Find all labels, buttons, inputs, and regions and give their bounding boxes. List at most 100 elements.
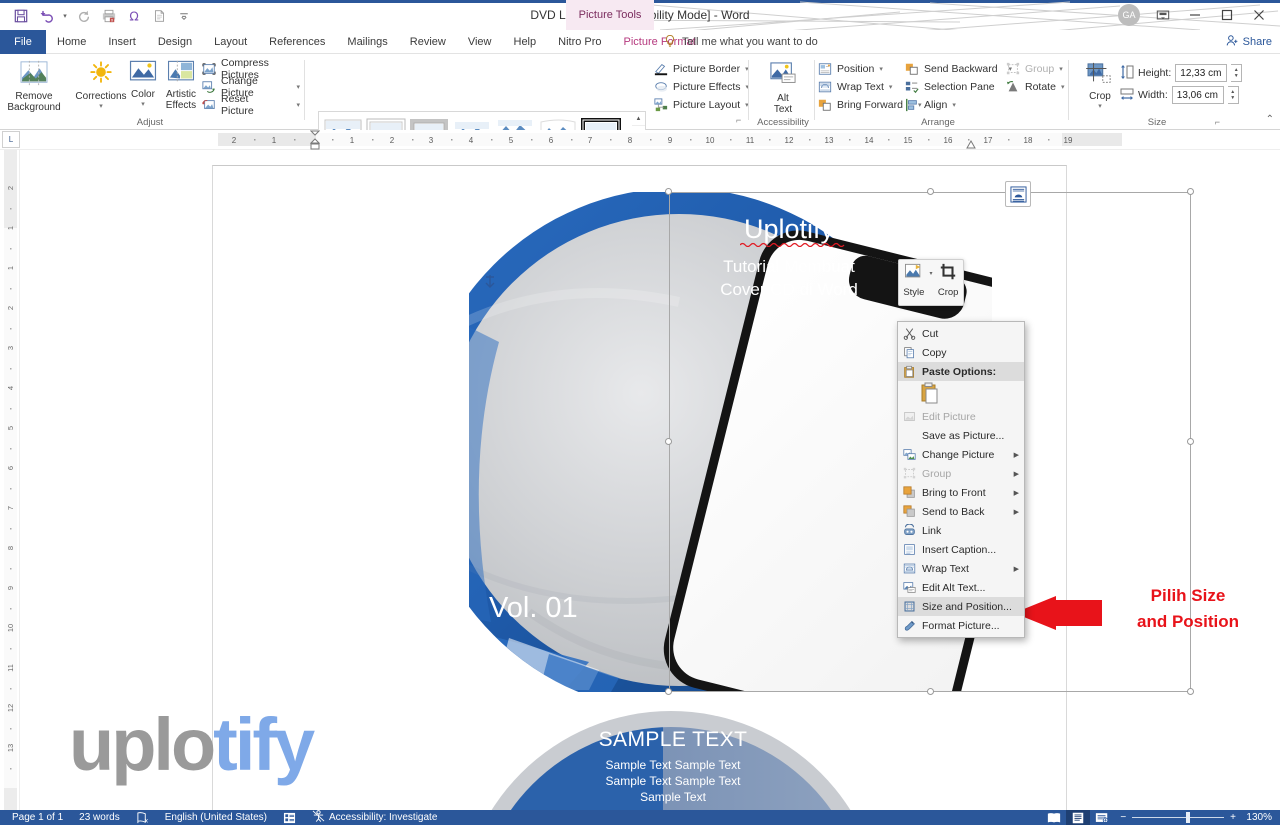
undo-dropdown-icon[interactable]: ▾: [60, 5, 70, 27]
tab-stop-selector[interactable]: L: [2, 131, 20, 148]
second-cd-picture[interactable]: SAMPLE TEXT Sample Text Sample Text Samp…: [463, 708, 883, 810]
vertical-ruler[interactable]: 21 123 456 789 10 11 12 13: [0, 150, 20, 810]
zoom-thumb[interactable]: [1186, 812, 1191, 823]
selection-handle-s[interactable]: [927, 688, 934, 695]
mini-style-button[interactable]: Style: [899, 263, 929, 298]
customize-qat-icon[interactable]: [173, 5, 195, 27]
context-menu-item-edit-alt-text[interactable]: Edit Alt Text...: [898, 578, 1024, 597]
rotate-chevron-down-icon[interactable]: ▾: [1061, 83, 1065, 91]
group-chevron-down-icon[interactable]: ▾: [1059, 65, 1063, 73]
minimize-icon[interactable]: [1180, 2, 1210, 28]
horizontal-ruler[interactable]: 21 123 456 789 10 11 12 13 14 15 16 17 18 19: [0, 130, 1280, 150]
zoom-in-button[interactable]: +: [1230, 812, 1236, 823]
quick-print-icon[interactable]: x: [98, 5, 120, 27]
color-button[interactable]: Color ▾: [126, 56, 160, 108]
remove-background-button[interactable]: Remove Background: [6, 56, 62, 113]
selection-pane-button[interactable]: Selection Pane: [905, 78, 1012, 96]
proofing-errors-icon[interactable]: x: [128, 810, 157, 825]
save-icon[interactable]: [10, 5, 32, 27]
tab-nitro-pro[interactable]: Nitro Pro: [547, 30, 612, 54]
tab-design[interactable]: Design: [147, 30, 203, 54]
indent-markers[interactable]: [309, 130, 321, 150]
picture-effects-button[interactable]: Picture Effects ▾: [654, 78, 749, 96]
ribbon-tabs[interactable]: Home Insert Design Layout References Mai…: [46, 30, 707, 54]
anchor-icon[interactable]: [484, 274, 496, 290]
selection-handle-w[interactable]: [665, 438, 672, 445]
status-bar-right[interactable]: − + 130%: [1042, 810, 1276, 825]
rotate-button[interactable]: Rotate ▾: [1006, 78, 1064, 96]
keep-source-formatting-paste-icon[interactable]: [920, 382, 940, 407]
selection-handle-nw[interactable]: [665, 188, 672, 195]
tell-me-search[interactable]: Tell me what you want to do: [664, 30, 818, 54]
document-work-area[interactable]: uplotif Uplotify Tutorial Membuat Cover …: [20, 150, 1280, 810]
width-input[interactable]: 13,06 cm: [1171, 86, 1224, 104]
read-mode-button[interactable]: [1042, 810, 1066, 825]
align-button[interactable]: Align ▾: [905, 96, 1012, 114]
tab-view[interactable]: View: [457, 30, 503, 54]
tab-insert[interactable]: Insert: [97, 30, 147, 54]
accessibility-status[interactable]: Accessibility: Investigate: [304, 810, 445, 825]
reset-picture-chevron-down-icon[interactable]: ▾: [296, 101, 300, 109]
selection-handle-se[interactable]: [1187, 688, 1194, 695]
symbol-omega-icon[interactable]: Ω: [123, 5, 145, 27]
context-menu-item-link[interactable]: Link: [898, 521, 1024, 540]
corrections-chevron-down-icon[interactable]: ▾: [99, 102, 103, 110]
word-count[interactable]: 23 words: [71, 810, 128, 825]
context-menu-item-size-and-position[interactable]: Size and Position...: [898, 597, 1024, 616]
context-menu-item-bring-to-front[interactable]: Bring to Front ▶: [898, 483, 1024, 502]
alt-text-button[interactable]: Alt Text: [760, 58, 806, 115]
selection-handle-e[interactable]: [1187, 438, 1194, 445]
redo-icon[interactable]: [73, 5, 95, 27]
change-picture-chevron-down-icon[interactable]: ▾: [296, 83, 300, 91]
page-indicator[interactable]: Page 1 of 1: [4, 810, 71, 825]
selection-handle-sw[interactable]: [665, 688, 672, 695]
zoom-track[interactable]: [1132, 812, 1225, 823]
language-indicator[interactable]: English (United States): [157, 810, 275, 825]
width-spinner[interactable]: ▲ ▼: [1227, 86, 1239, 104]
new-document-icon[interactable]: [148, 5, 170, 27]
tab-help[interactable]: Help: [503, 30, 548, 54]
crop-chevron-down-icon[interactable]: ▾: [1098, 102, 1102, 110]
mini-crop-button[interactable]: Crop: [933, 263, 963, 298]
height-spinner[interactable]: ▲ ▼: [1231, 64, 1243, 82]
ribbon-display-options-icon[interactable]: [1148, 2, 1178, 28]
position-chevron-down-icon[interactable]: ▾: [879, 65, 883, 73]
restore-icon[interactable]: [1212, 2, 1242, 28]
gallery-scroll-up-icon[interactable]: ▲: [632, 112, 645, 127]
color-chevron-down-icon[interactable]: ▾: [141, 100, 145, 108]
mini-toolbar[interactable]: Style ▾ Crop: [898, 259, 964, 306]
send-backward-button[interactable]: Send Backward ▾: [905, 60, 1012, 78]
selection-handle-ne[interactable]: [1187, 188, 1194, 195]
context-menu-item-copy[interactable]: Copy: [898, 343, 1024, 362]
picture-layout-button[interactable]: Picture Layout ▾: [654, 96, 749, 114]
wrap-text-chevron-down-icon[interactable]: ▾: [889, 83, 893, 91]
account-avatar[interactable]: GA: [1118, 4, 1140, 26]
picture-styles-dialog-launcher[interactable]: ⌐: [736, 115, 741, 125]
zoom-slider[interactable]: − +: [1114, 812, 1242, 823]
close-icon[interactable]: [1244, 2, 1274, 28]
window-controls[interactable]: GA: [1118, 0, 1274, 30]
context-menu-item-send-to-back[interactable]: Send to Back ▶: [898, 502, 1024, 521]
context-menu-item-wrap-text[interactable]: Wrap Text ▶: [898, 559, 1024, 578]
picture-border-button[interactable]: Picture Border ▾: [654, 60, 749, 78]
tab-review[interactable]: Review: [399, 30, 457, 54]
tab-references[interactable]: References: [258, 30, 336, 54]
tab-home[interactable]: Home: [46, 30, 97, 54]
undo-icon[interactable]: [35, 5, 57, 27]
print-layout-button[interactable]: [1066, 810, 1091, 825]
artistic-effects-button[interactable]: ArtisticEffects ▾: [160, 56, 208, 111]
size-dialog-launcher[interactable]: ⌐: [1215, 117, 1220, 127]
tab-layout[interactable]: Layout: [203, 30, 258, 54]
zoom-level[interactable]: 130%: [1242, 812, 1276, 823]
picture-context-menu[interactable]: Cut Copy Paste Options: Edit Picture Sav…: [897, 321, 1025, 638]
macro-recording-icon[interactable]: [275, 810, 304, 825]
context-menu-item-cut[interactable]: Cut: [898, 324, 1024, 343]
collapse-ribbon-icon[interactable]: ⌃: [1266, 114, 1274, 125]
share-button[interactable]: Share: [1226, 30, 1272, 54]
context-menu-item-format-picture[interactable]: Format Picture...: [898, 616, 1024, 635]
height-input[interactable]: 12,33 cm: [1175, 64, 1228, 82]
crop-button[interactable]: Crop ▾: [1078, 58, 1122, 110]
selection-handle-n[interactable]: [927, 188, 934, 195]
context-menu-item-save-as-picture[interactable]: Save as Picture...: [898, 426, 1024, 445]
group-button[interactable]: Group ▾: [1006, 60, 1064, 78]
